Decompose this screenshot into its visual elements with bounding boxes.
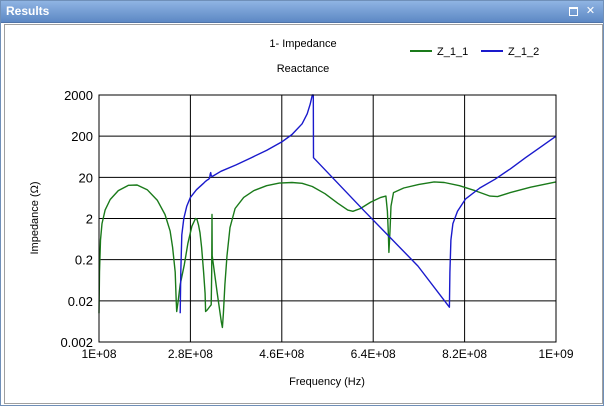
y-tick-label-3: 2: [86, 212, 93, 227]
chart-title: 1- Impedance: [269, 38, 336, 50]
chart-subtitle: Reactance: [277, 63, 330, 75]
chart: 1- Impedance Reactance Z_1_1 Z_1_2 200020…: [29, 38, 574, 388]
y-tick-label-1: 200: [71, 129, 93, 144]
x-axis-label: Frequency (Hz): [289, 376, 365, 388]
maximize-icon[interactable]: [567, 5, 580, 18]
x-tick-label-2: 4.6E+08: [259, 347, 304, 361]
y-axis-label: Impedance (Ω): [29, 181, 41, 254]
x-tick-label-0: 1E+08: [81, 347, 116, 361]
title-bar[interactable]: Results ✕: [1, 1, 603, 23]
x-tick-label-3: 6.4E+08: [351, 347, 396, 361]
chart-panel: 1- Impedance Reactance Z_1_1 Z_1_2 2000 20…: [4, 24, 603, 404]
y-tick-label-4: 0.2: [75, 253, 93, 268]
results-window: Results ✕ 1- Impedance Reactance Z_1_1 Z_…: [0, 0, 604, 406]
legend: Z_1_1 Z_1_2: [410, 46, 539, 58]
y-tick-label-0: 2000: [64, 88, 93, 103]
x-tick-label-1: 2.8E+08: [168, 347, 213, 361]
y-tick-label-5: 0.02: [68, 294, 93, 309]
x-axis: 1E+08 2.8E+08 4.6E+08 6.4E+08 8.2E+08 1E+09: [81, 347, 573, 361]
close-icon[interactable]: ✕: [584, 5, 597, 18]
window-title: Results: [6, 4, 50, 18]
y-axis: 20002002020.20.020.002: [60, 88, 93, 350]
legend-label-Z_1_2: Z_1_2: [508, 46, 539, 58]
x-tick-label-5: 1E+09: [538, 347, 573, 361]
y-tick-label-2: 20: [79, 170, 93, 185]
legend-label-Z_1_1: Z_1_1: [437, 46, 468, 58]
x-tick-label-4: 8.2E+08: [442, 347, 487, 361]
